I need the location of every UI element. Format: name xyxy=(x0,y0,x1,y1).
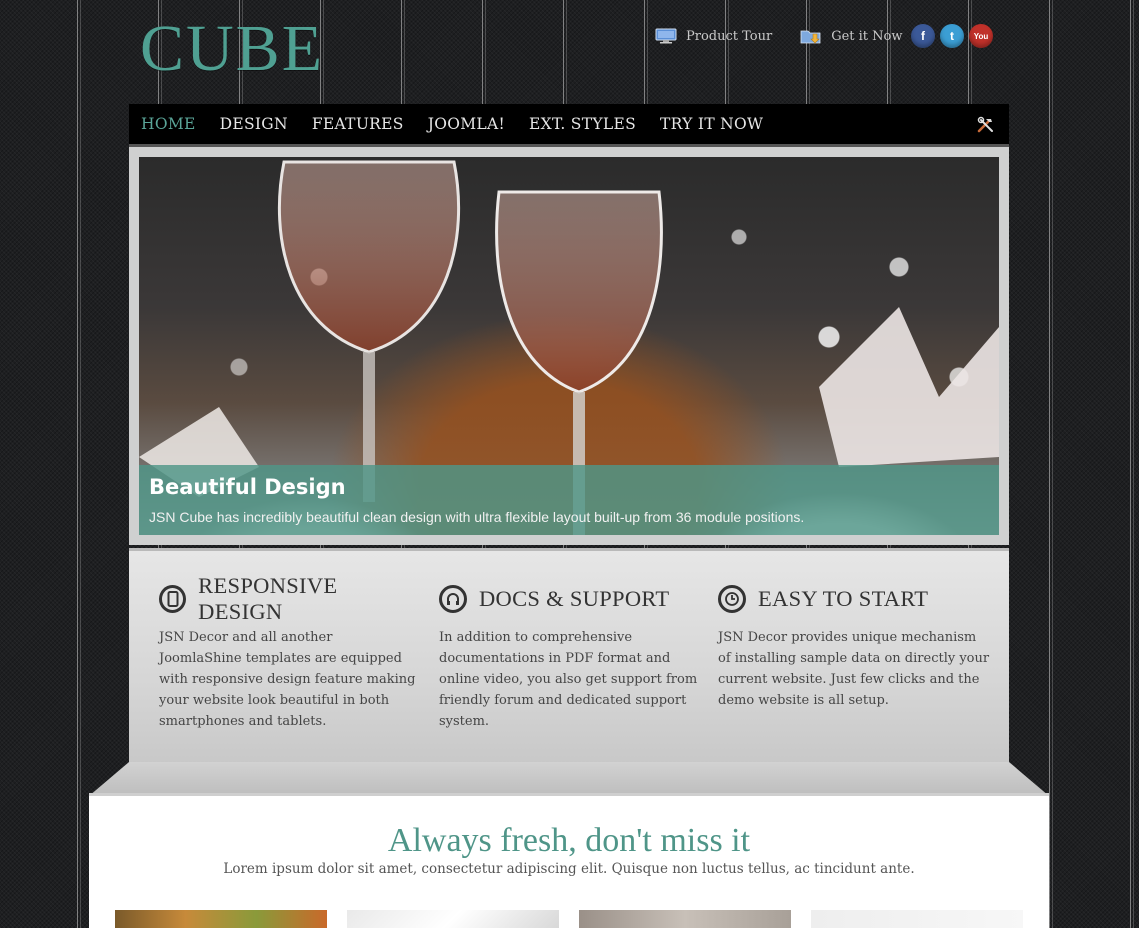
feature-title: EASY TO START xyxy=(758,586,929,611)
tools-icon[interactable] xyxy=(977,116,995,134)
feature-docs-support: DOCS & SUPPORT In addition to comprehens… xyxy=(439,581,699,732)
feature-text: In addition to comprehensive documentati… xyxy=(439,630,698,729)
product-tour-link[interactable]: Product Tour xyxy=(655,28,772,44)
facebook-icon[interactable]: f xyxy=(911,24,935,48)
section-divider xyxy=(89,762,1049,796)
top-links: Product Tour Get it Now xyxy=(655,28,930,44)
features-section: RESPONSIVE DESIGN JSN Decor and all anot… xyxy=(129,548,1009,765)
slideshow-image[interactable]: Beautiful Design JSN Cube has incredibly… xyxy=(139,157,999,535)
nav-item-try-it-now[interactable]: TRY IT NOW xyxy=(660,115,763,133)
main-navigation: HOME DESIGN FEATURES JOOMLA! EXT. STYLES… xyxy=(129,104,1009,148)
feature-title: DOCS & SUPPORT xyxy=(479,586,670,611)
nav-item-features[interactable]: FEATURES xyxy=(312,115,404,133)
get-it-now-link[interactable]: Get it Now xyxy=(800,28,902,44)
slide-caption-title: Beautiful Design xyxy=(149,475,346,499)
feature-responsive-design: RESPONSIVE DESIGN JSN Decor and all anot… xyxy=(159,573,419,732)
content-section: Always fresh, don't miss it Lorem ipsum … xyxy=(89,796,1049,928)
get-it-now-label: Get it Now xyxy=(831,28,903,44)
nav-item-ext-styles[interactable]: EXT. STYLES xyxy=(529,115,636,133)
site-logo[interactable]: CUBE xyxy=(140,14,324,84)
section-heading: Always fresh, don't miss it xyxy=(387,822,751,859)
slide-caption-text: JSN Cube has incredibly beautiful clean … xyxy=(149,509,805,525)
product-tour-label: Product Tour xyxy=(686,28,773,44)
thumbnail-image[interactable] xyxy=(811,910,1023,928)
twitter-icon[interactable]: t xyxy=(940,24,964,48)
nav-item-home[interactable]: HOME xyxy=(141,115,196,133)
thumbnail-row xyxy=(115,910,1043,928)
headphones-icon xyxy=(439,585,467,613)
nav-item-design[interactable]: DESIGN xyxy=(220,115,288,133)
slide-caption: Beautiful Design JSN Cube has incredibly… xyxy=(139,465,999,535)
phone-icon xyxy=(159,585,187,613)
section-subheading: Lorem ipsum dolor sit amet, consectetur … xyxy=(223,861,915,877)
thumbnail-image[interactable] xyxy=(347,910,559,928)
thumbnail-image[interactable] xyxy=(115,910,327,928)
feature-text: JSN Decor provides unique mechanism of i… xyxy=(718,630,990,708)
feature-easy-to-start: EASY TO START JSN Decor provides unique … xyxy=(718,581,993,711)
thumbnail-image[interactable] xyxy=(579,910,791,928)
feature-title: RESPONSIVE DESIGN xyxy=(198,573,338,624)
folder-download-icon xyxy=(800,30,821,44)
nav-item-joomla[interactable]: JOOMLA! xyxy=(428,115,505,133)
feature-text: JSN Decor and all another JoomlaShine te… xyxy=(159,630,416,729)
monitor-icon xyxy=(655,28,677,44)
clock-icon xyxy=(718,585,746,613)
youtube-icon[interactable]: You xyxy=(969,24,993,48)
slideshow-frame: Beautiful Design JSN Cube has incredibly… xyxy=(129,147,1009,545)
social-links: f t You xyxy=(911,24,998,48)
